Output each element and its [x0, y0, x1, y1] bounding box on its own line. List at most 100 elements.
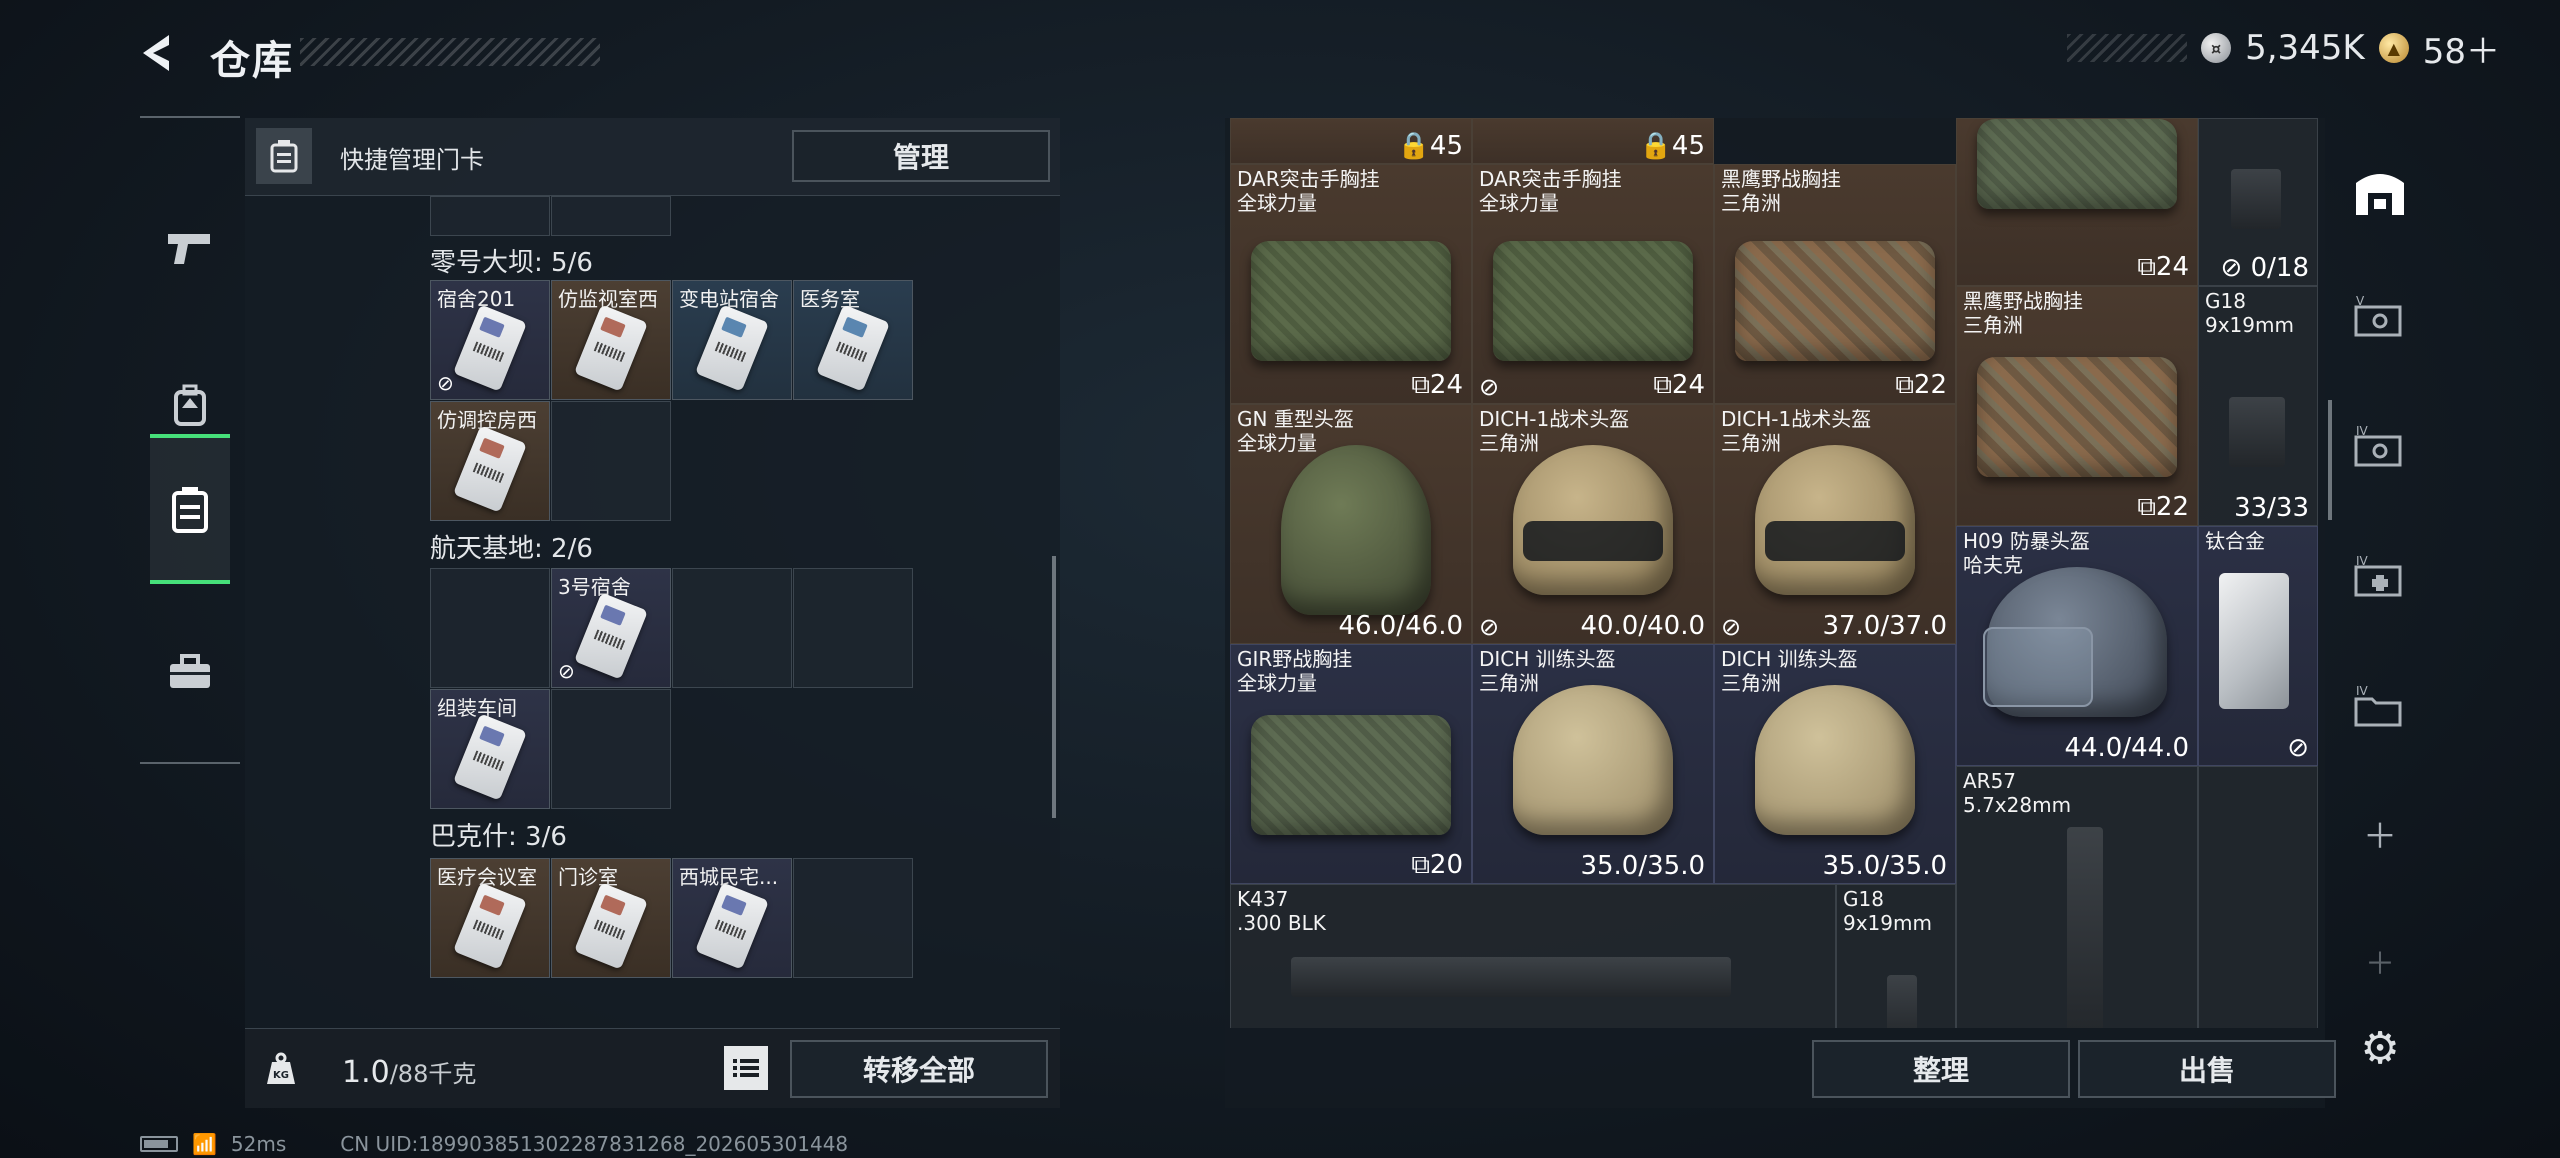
tab-warehouse[interactable] [2340, 136, 2420, 246]
item-durability: 44.0/44.0 [2064, 733, 2189, 763]
nav-weapons[interactable] [150, 178, 230, 318]
warehouse-grid: 🔒45 🔒45 DAR突击手胸挂 全球力量 ⧉24 DAR突击手胸挂 全球力量 … [1230, 118, 2320, 1028]
keycard-slot-empty[interactable] [672, 568, 792, 688]
keycard-label: 仿调控房西 [437, 408, 537, 432]
item-durability: 35.0/35.0 [1822, 851, 1947, 881]
keycard-slot-empty[interactable] [430, 568, 550, 688]
item-ammo: 33/33 [2234, 493, 2309, 523]
keycard-slot-empty[interactable] [430, 196, 550, 236]
keycard-panel-title: 快捷管理门卡 [340, 146, 484, 174]
item-cell[interactable]: DICH-1战术头盔 三角洲 ⊘ 40.0/40.0 [1472, 404, 1714, 644]
item-cell[interactable]: G18 9x19mm 33/33 [2198, 286, 2318, 526]
keycard-slot[interactable]: 西城民宅... [672, 858, 792, 978]
keycard-image [452, 882, 528, 970]
nav-keycards[interactable] [150, 434, 230, 584]
keycard-slot-empty[interactable] [551, 196, 671, 236]
keycard-slot-empty[interactable] [793, 568, 913, 688]
keycard-slot[interactable]: 变电站宿舍 [672, 280, 792, 400]
item-cell[interactable]: 黑鹰野战胸挂 三角洲 ⧉22 [1714, 164, 1956, 404]
currency-decoration [2067, 34, 2188, 62]
weight-icon: KG [256, 1044, 306, 1094]
keycard-label: 医疗会议室 [437, 865, 537, 889]
helmet-image [1755, 685, 1915, 835]
item-cell[interactable]: H09 防暴头盔 哈夫克 44.0/44.0 [1956, 526, 2198, 766]
settings-button[interactable]: ⚙ [2350, 1018, 2410, 1078]
weight-current: 1.0 [342, 1055, 390, 1090]
keycard-image [694, 304, 770, 392]
list-view-button[interactable] [724, 1046, 768, 1090]
item-name: AR57 5.7x28mm [1963, 769, 2072, 817]
item-cell[interactable]: G18 9x19mm [1836, 884, 1956, 1028]
item-durability: 35.0/35.0 [1580, 851, 1705, 881]
ping-readout: 52ms [230, 1132, 287, 1156]
goggles-image [1523, 521, 1663, 561]
keycard-slot[interactable]: 仿调控房西 [430, 401, 550, 521]
keycard-image [815, 304, 891, 392]
keycard-label: 组装车间 [437, 696, 517, 720]
silver-coin-icon: ¤ [2201, 33, 2232, 63]
no-trade-icon: ⊘ [1479, 613, 1500, 641]
keycard-slot-empty[interactable] [551, 401, 671, 521]
item-cell[interactable]: 🔒45 [1230, 118, 1472, 164]
transfer-all-button[interactable]: 转移全部 [790, 1040, 1048, 1098]
item-cell[interactable]: ⧉24 [1956, 118, 2198, 286]
svg-text:IV: IV [2356, 555, 2369, 568]
item-capacity: 🔒45 [1397, 131, 1463, 161]
sell-button[interactable]: 出售 [2078, 1040, 2336, 1098]
armor-plate-image [2219, 573, 2289, 709]
item-cell-empty[interactable] [2198, 766, 2318, 1028]
keycard-label: 医务室 [800, 287, 860, 311]
tab-storage-2[interactable]: IV [2340, 392, 2420, 502]
toolbox-icon [170, 654, 210, 688]
currency-gold-amount[interactable]: 58＋ [2423, 24, 2500, 73]
tab-storage-1[interactable]: V [2340, 262, 2420, 372]
item-cell[interactable]: GIR野战胸挂 全球力量 ⧉20 [1230, 644, 1472, 884]
item-cell[interactable]: DICH 训练头盔 三角洲 35.0/35.0 [1472, 644, 1714, 884]
keycard-slot-empty[interactable] [551, 689, 671, 809]
list-icon [733, 1059, 759, 1077]
keycard-slot-empty[interactable] [793, 858, 913, 978]
item-durability: 46.0/46.0 [1338, 611, 1463, 641]
svg-text:KG: KG [273, 1070, 289, 1081]
medical-box-icon: IV [2354, 555, 2402, 597]
item-cell[interactable]: GN 重型头盔 全球力量 46.0/46.0 [1230, 404, 1472, 644]
keycard-slot[interactable]: 医务室 [793, 280, 913, 400]
item-durability: 37.0/37.0 [1822, 611, 1947, 641]
manage-button[interactable]: 管理 [792, 130, 1050, 182]
tab-storage-4[interactable]: IV [2340, 652, 2420, 762]
item-cell[interactable]: K437 .300 BLK [1230, 884, 1836, 1028]
item-cell[interactable]: DAR突击手胸挂 全球力量 ⊘ ⧉24 [1472, 164, 1714, 404]
left-category-nav [140, 116, 240, 764]
back-button[interactable] [136, 28, 186, 78]
item-cell[interactable]: ⊘ 0/18 [2198, 118, 2318, 286]
item-cell[interactable]: AR57 5.7x28mm [1956, 766, 2198, 1028]
item-cell[interactable]: DICH-1战术头盔 三角洲 ⊘ 37.0/37.0 [1714, 404, 1956, 644]
nav-toolbox[interactable] [150, 602, 230, 742]
tab-storage-3[interactable]: IV [2340, 522, 2420, 632]
battery-icon [140, 1136, 178, 1152]
pistol-icon [168, 234, 210, 264]
keycard-panel-scrollbar[interactable] [1052, 556, 1056, 818]
keycard-slot[interactable]: 医疗会议室 [430, 858, 550, 978]
organize-button[interactable]: 整理 [1812, 1040, 2070, 1098]
keycard-label: 宿舍201 [437, 287, 516, 311]
keycard-slot[interactable]: 组装车间 [430, 689, 550, 809]
item-cell[interactable]: DICH 训练头盔 三角洲 35.0/35.0 [1714, 644, 1956, 884]
keycard-label: 变电站宿舍 [679, 287, 779, 311]
backpack-icon [174, 384, 206, 426]
no-trade-icon: ⊘ [1479, 373, 1500, 401]
item-capacity: ⧉24 [2137, 252, 2189, 282]
keycard-slot[interactable]: 3号宿舍 ⊘ [551, 568, 671, 688]
weight-max: /88千克 [389, 1060, 477, 1088]
svg-text:IV: IV [2356, 685, 2369, 698]
item-cell[interactable]: DAR突击手胸挂 全球力量 ⧉24 [1230, 164, 1472, 404]
item-cell[interactable]: 黑鹰野战胸挂 三角洲 ⧉22 [1956, 286, 2198, 526]
item-capacity: ⧉22 [2137, 492, 2189, 522]
add-storage-button[interactable]: ＋ [2340, 778, 2420, 888]
keycard-slot[interactable]: 仿监视室西 [551, 280, 671, 400]
item-cell[interactable]: 🔒45 [1472, 118, 1714, 164]
keycard-slot[interactable]: 门诊室 [551, 858, 671, 978]
warehouse-scrollbar[interactable] [2328, 400, 2332, 520]
keycard-slot[interactable]: 宿舍201 ⊘ [430, 280, 550, 400]
item-cell[interactable]: 钛合金 ⊘ [2198, 526, 2318, 766]
